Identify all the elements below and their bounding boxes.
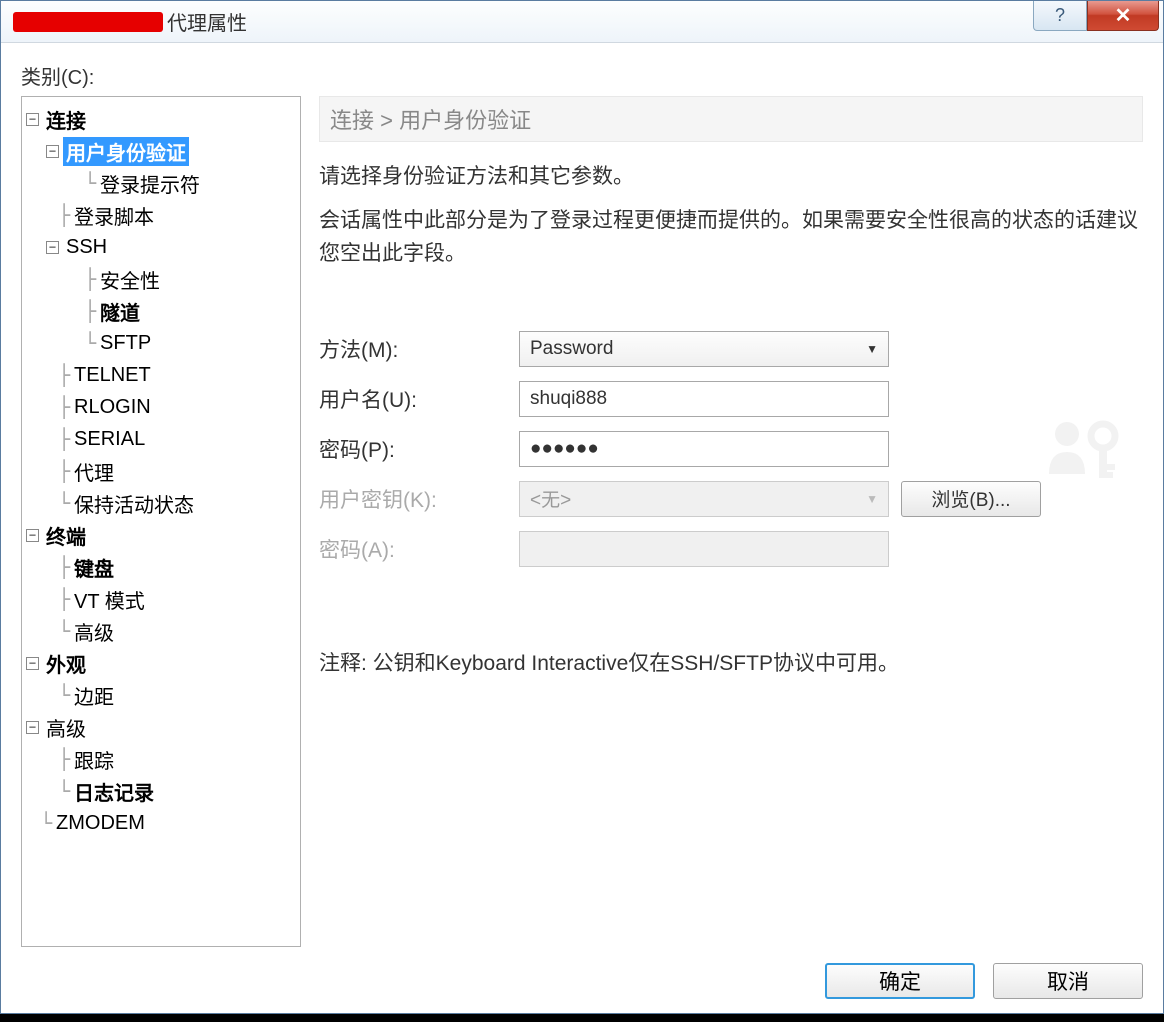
tree-item-terminal[interactable]: − 终端 bbox=[26, 519, 296, 551]
userkey-label: 用户密钥(K): bbox=[319, 484, 519, 514]
title-suffix: 代理属性 bbox=[167, 7, 247, 36]
tree-item-login-script[interactable]: ├ 登录脚本 bbox=[26, 199, 296, 231]
description-1: 请选择身份验证方法和其它参数。 bbox=[319, 160, 1143, 194]
close-icon: ✕ bbox=[1115, 3, 1132, 28]
category-tree[interactable]: − 连接 − 用户身份验证 bbox=[21, 96, 301, 947]
category-label: 类别(C): bbox=[21, 61, 1143, 90]
tree-item-advanced-term[interactable]: └ 高级 bbox=[26, 615, 296, 647]
titlebar: 代理属性 ? ✕ bbox=[1, 1, 1163, 43]
username-input[interactable]: shuqi888 bbox=[519, 381, 889, 417]
help-icon: ? bbox=[1055, 5, 1065, 26]
redacted-block bbox=[13, 12, 163, 32]
tree-item-telnet[interactable]: ├ TELNET bbox=[26, 359, 296, 391]
tree-item-serial[interactable]: ├ SERIAL bbox=[26, 423, 296, 455]
tree-item-zmodem[interactable]: └ ZMODEM bbox=[26, 807, 296, 839]
tree-item-keepalive[interactable]: └ 保持活动状态 bbox=[26, 487, 296, 519]
username-label: 用户名(U): bbox=[319, 384, 519, 414]
tree-item-trace[interactable]: ├ 跟踪 bbox=[26, 743, 296, 775]
tree-item-login-prompt[interactable]: └ 登录提示符 bbox=[26, 167, 296, 199]
chevron-down-icon: ▼ bbox=[866, 492, 878, 506]
description-2: 会话属性中此部分是为了登录过程更便捷而提供的。如果需要安全性很高的状态的话建议您… bbox=[319, 204, 1143, 271]
tree-item-connection[interactable]: − 连接 bbox=[26, 103, 296, 135]
collapse-icon[interactable]: − bbox=[46, 145, 59, 158]
password-label: 密码(P): bbox=[319, 434, 519, 464]
help-button[interactable]: ? bbox=[1033, 1, 1087, 31]
tree-item-sftp[interactable]: └ SFTP bbox=[26, 327, 296, 359]
tree-item-margin[interactable]: └ 边距 bbox=[26, 679, 296, 711]
cancel-button[interactable]: 取消 bbox=[993, 963, 1143, 999]
close-button[interactable]: ✕ bbox=[1087, 1, 1159, 31]
user-key-icon bbox=[1043, 416, 1133, 486]
ok-button[interactable]: 确定 bbox=[825, 963, 975, 999]
tree-item-rlogin[interactable]: ├ RLOGIN bbox=[26, 391, 296, 423]
tree-item-advanced[interactable]: − 高级 bbox=[26, 711, 296, 743]
method-select[interactable]: Password ▼ bbox=[519, 331, 889, 367]
note-text: 注释: 公钥和Keyboard Interactive仅在SSH/SFTP协议中… bbox=[319, 647, 1143, 677]
tree-item-ssh[interactable]: − SSH bbox=[26, 231, 296, 263]
collapse-icon[interactable]: − bbox=[26, 529, 39, 542]
tree-item-security[interactable]: ├ 安全性 bbox=[26, 263, 296, 295]
tree-item-logging[interactable]: └ 日志记录 bbox=[26, 775, 296, 807]
settings-pane: 连接 > 用户身份验证 请选择身份验证方法和其它参数。 会话属性中此部分是为了登… bbox=[319, 96, 1143, 947]
passphrase-input bbox=[519, 531, 889, 567]
collapse-icon[interactable]: − bbox=[26, 721, 39, 734]
chevron-down-icon: ▼ bbox=[866, 342, 878, 356]
tree-item-tunnel[interactable]: ├ 隧道 bbox=[26, 295, 296, 327]
collapse-icon[interactable]: − bbox=[46, 241, 59, 254]
breadcrumb: 连接 > 用户身份验证 bbox=[319, 96, 1143, 142]
method-value: Password bbox=[530, 338, 613, 360]
dialog-window: 代理属性 ? ✕ 类别(C): − 连接 bbox=[0, 0, 1164, 1014]
tree-item-vtmode[interactable]: ├ VT 模式 bbox=[26, 583, 296, 615]
tree-item-keyboard[interactable]: ├ 键盘 bbox=[26, 551, 296, 583]
collapse-icon[interactable]: − bbox=[26, 657, 39, 670]
tree-item-appearance[interactable]: − 外观 bbox=[26, 647, 296, 679]
userkey-select: <无> ▼ bbox=[519, 481, 889, 517]
password-input[interactable]: ●●●●●● bbox=[519, 431, 889, 467]
tree-item-user-auth[interactable]: − 用户身份验证 bbox=[26, 135, 296, 167]
collapse-icon[interactable]: − bbox=[26, 113, 39, 126]
browse-button[interactable]: 浏览(B)... bbox=[901, 481, 1041, 517]
tree-item-proxy[interactable]: ├ 代理 bbox=[26, 455, 296, 487]
passphrase-label: 密码(A): bbox=[319, 534, 519, 564]
method-label: 方法(M): bbox=[319, 334, 519, 364]
window-title: 代理属性 bbox=[13, 7, 247, 36]
